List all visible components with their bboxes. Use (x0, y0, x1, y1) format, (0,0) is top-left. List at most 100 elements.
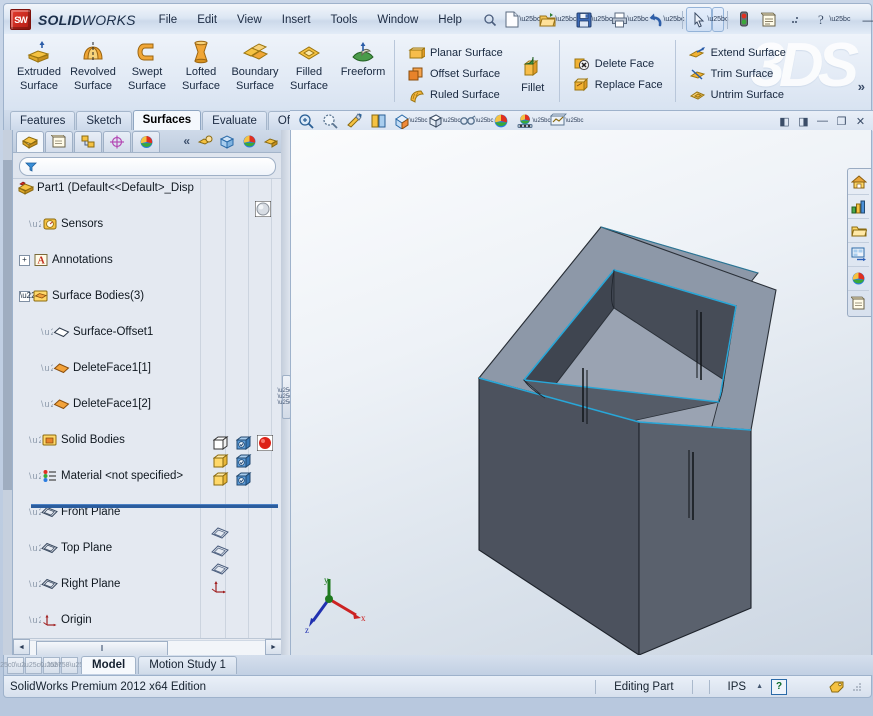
tab-features[interactable]: Features (10, 111, 76, 130)
feature-tree-horizontal-scrollbar[interactable]: ◄ ‖ ► (13, 638, 282, 657)
view-settings-dropdown[interactable]: \u25bc (533, 112, 551, 131)
minimize-window-button[interactable]: — (858, 10, 873, 29)
hide-show-items-dropdown[interactable]: \u25bc (476, 112, 494, 131)
file-explorer-icon[interactable] (848, 219, 869, 243)
display-manager-tab[interactable] (132, 130, 160, 152)
solidworks-resources-icon[interactable] (848, 171, 869, 195)
save-dropdown[interactable]: \u25bc (591, 8, 612, 31)
tile-right-icon[interactable]: ◨ (794, 113, 813, 130)
view-palette-icon[interactable] (848, 243, 869, 267)
menu-insert[interactable]: Insert (273, 11, 320, 29)
dimxpert-manager-tab[interactable] (103, 130, 131, 152)
planar-surface-button[interactable]: Planar Surface (403, 43, 507, 64)
rollback-bar[interactable] (31, 504, 278, 508)
appearances-scenes-icon[interactable] (848, 267, 869, 291)
tile-left-icon[interactable]: ◧ (775, 113, 794, 130)
offset-surface-button[interactable]: Offset Surface (403, 64, 507, 85)
trim-surface-button[interactable]: Trim Surface (684, 64, 790, 85)
print-dropdown[interactable]: \u25bc (627, 8, 648, 31)
menu-view[interactable]: View (228, 11, 271, 29)
minimize-doc-button[interactable]: — (813, 113, 832, 130)
filled-surface-button[interactable]: Filled Surface (282, 34, 336, 110)
zoom-to-area-icon[interactable] (318, 111, 342, 132)
tab-motion-study-1[interactable]: Motion Study 1 (138, 656, 237, 674)
menu-help[interactable]: Help (429, 11, 471, 29)
tree-row-solid-bodies[interactable]: \u2013\u2013 Solid Bodies (13, 431, 282, 449)
design-library-icon[interactable] (848, 195, 869, 219)
tab-model[interactable]: Model (81, 656, 137, 674)
customize-ellipsis-icon[interactable] (783, 7, 809, 32)
replace-face-button[interactable]: Replace Face (568, 74, 667, 95)
options-icon[interactable] (757, 7, 783, 32)
menu-edit[interactable]: Edit (188, 11, 226, 29)
tab-surfaces[interactable]: Surfaces (132, 110, 202, 130)
scrollbar-thumb[interactable] (3, 160, 12, 490)
search-input[interactable] (19, 157, 276, 176)
tree-row-top-plane[interactable]: \u2013\u2013 Top Plane (13, 539, 282, 557)
tree-row-part[interactable]: Part1 (Default<<Default>_Disp (13, 179, 282, 197)
delete-face-button[interactable]: Delete Face (568, 53, 667, 74)
first-tab-button[interactable]: \u25c0\u2758 (0, 656, 37, 674)
resize-grip[interactable] (851, 681, 863, 693)
tab-sketch[interactable]: Sketch (76, 111, 132, 130)
apply-scene-icon[interactable] (489, 111, 513, 132)
untrim-surface-button[interactable]: Untrim Surface (684, 85, 790, 106)
prev-tab-button[interactable]: \u25c0 (23, 656, 44, 674)
tree-row-surface-bodies[interactable]: \u2212 Surface Bodies(3) (13, 287, 282, 305)
tree-row-sensors[interactable]: \u2013\u2013 Sensors (13, 215, 282, 233)
tree-row-deleteface1-1[interactable]: \u2013\u2013 DeleteFace1[1] (13, 359, 282, 377)
tree-row-right-plane[interactable]: \u2013\u2013 Right Plane (13, 575, 282, 593)
hide-show-items-icon[interactable] (194, 131, 216, 151)
lofted-surface-button[interactable]: Lofted Surface (174, 34, 228, 110)
panel-splitter[interactable]: \u25c2 \u25c2 \u25c2 (278, 130, 296, 655)
rebuild-traffic-light-icon[interactable] (731, 7, 757, 32)
zoom-to-fit-icon[interactable] (294, 111, 318, 132)
view-orientation-icon[interactable] (216, 131, 238, 151)
tab-evaluate[interactable]: Evaluate (202, 111, 267, 130)
custom-properties-icon[interactable] (848, 291, 869, 314)
hscroll-track[interactable]: ‖ (30, 639, 265, 657)
feature-tree-vertical-scrollbar[interactable] (3, 130, 12, 655)
help-badge-icon[interactable]: ? (771, 678, 787, 695)
help-dropdown[interactable]: \u25bc (829, 8, 850, 31)
display-style-dropdown[interactable]: \u25bc (443, 112, 461, 131)
display-mode-dropdown[interactable]: \u25bc (566, 112, 584, 131)
annotations-expander[interactable]: + (19, 254, 30, 266)
close-doc-button[interactable]: ✕ (851, 113, 870, 130)
units-dropdown-arrow[interactable]: ▲ (756, 683, 771, 690)
tag-icon[interactable] (829, 680, 845, 694)
ribbon-overflow-chevron[interactable]: » (858, 79, 865, 94)
tree-row-surface-offset1-body[interactable]: \u2013\u2013 Surface-Offset1 (13, 323, 282, 341)
section-view-icon[interactable] (366, 111, 390, 132)
ruled-surface-button[interactable]: Ruled Surface (403, 85, 507, 106)
hscroll-right-arrow[interactable]: ► (265, 639, 282, 655)
boundary-surface-button[interactable]: Boundary Surface (228, 34, 282, 110)
undo-dropdown[interactable]: \u25bc (663, 8, 684, 31)
units-label[interactable]: IPS (718, 681, 757, 693)
apply-scene-icon[interactable] (238, 131, 260, 151)
fillet-button[interactable]: Fillet (511, 50, 555, 94)
new-document-dropdown[interactable]: \u25bc (519, 8, 540, 31)
last-tab-button[interactable]: \u2758\u25b6 (48, 656, 91, 674)
select-dropdown[interactable]: \u25bc (707, 7, 728, 32)
tree-row-material[interactable]: \u2013\u2013 Material <not specified> (13, 467, 282, 485)
tree-row-origin[interactable]: \u2013\u2013 Origin (13, 611, 282, 629)
surface-bodies-expander[interactable]: \u2212 (19, 290, 44, 302)
swept-surface-button[interactable]: Swept Surface (120, 34, 174, 110)
view-orientation-dropdown[interactable]: \u25bc (410, 112, 428, 131)
menu-tools[interactable]: Tools (322, 11, 367, 29)
extruded-surface-button[interactable]: Extruded Surface (12, 34, 66, 110)
display-style-icon[interactable] (260, 131, 282, 151)
freeform-button[interactable]: Freeform (336, 34, 390, 110)
hscroll-left-arrow[interactable]: ◄ (13, 639, 30, 655)
feature-tree[interactable]: Part1 (Default<<Default>_Disp \u2013\u20… (13, 178, 282, 638)
pin-icon[interactable] (481, 11, 499, 29)
property-manager-tab[interactable] (45, 130, 73, 152)
open-document-dropdown[interactable]: \u25bc (555, 8, 576, 31)
feature-manager-collapse-chevron[interactable]: « (179, 134, 194, 148)
model-3d-view[interactable] (291, 130, 871, 655)
previous-view-icon[interactable] (342, 111, 366, 132)
extend-surface-button[interactable]: Extend Surface (684, 43, 790, 64)
tree-row-deleteface1-2[interactable]: \u2013\u2013 DeleteFace1[2] (13, 395, 282, 413)
restore-doc-button[interactable]: ❐ (832, 113, 851, 130)
